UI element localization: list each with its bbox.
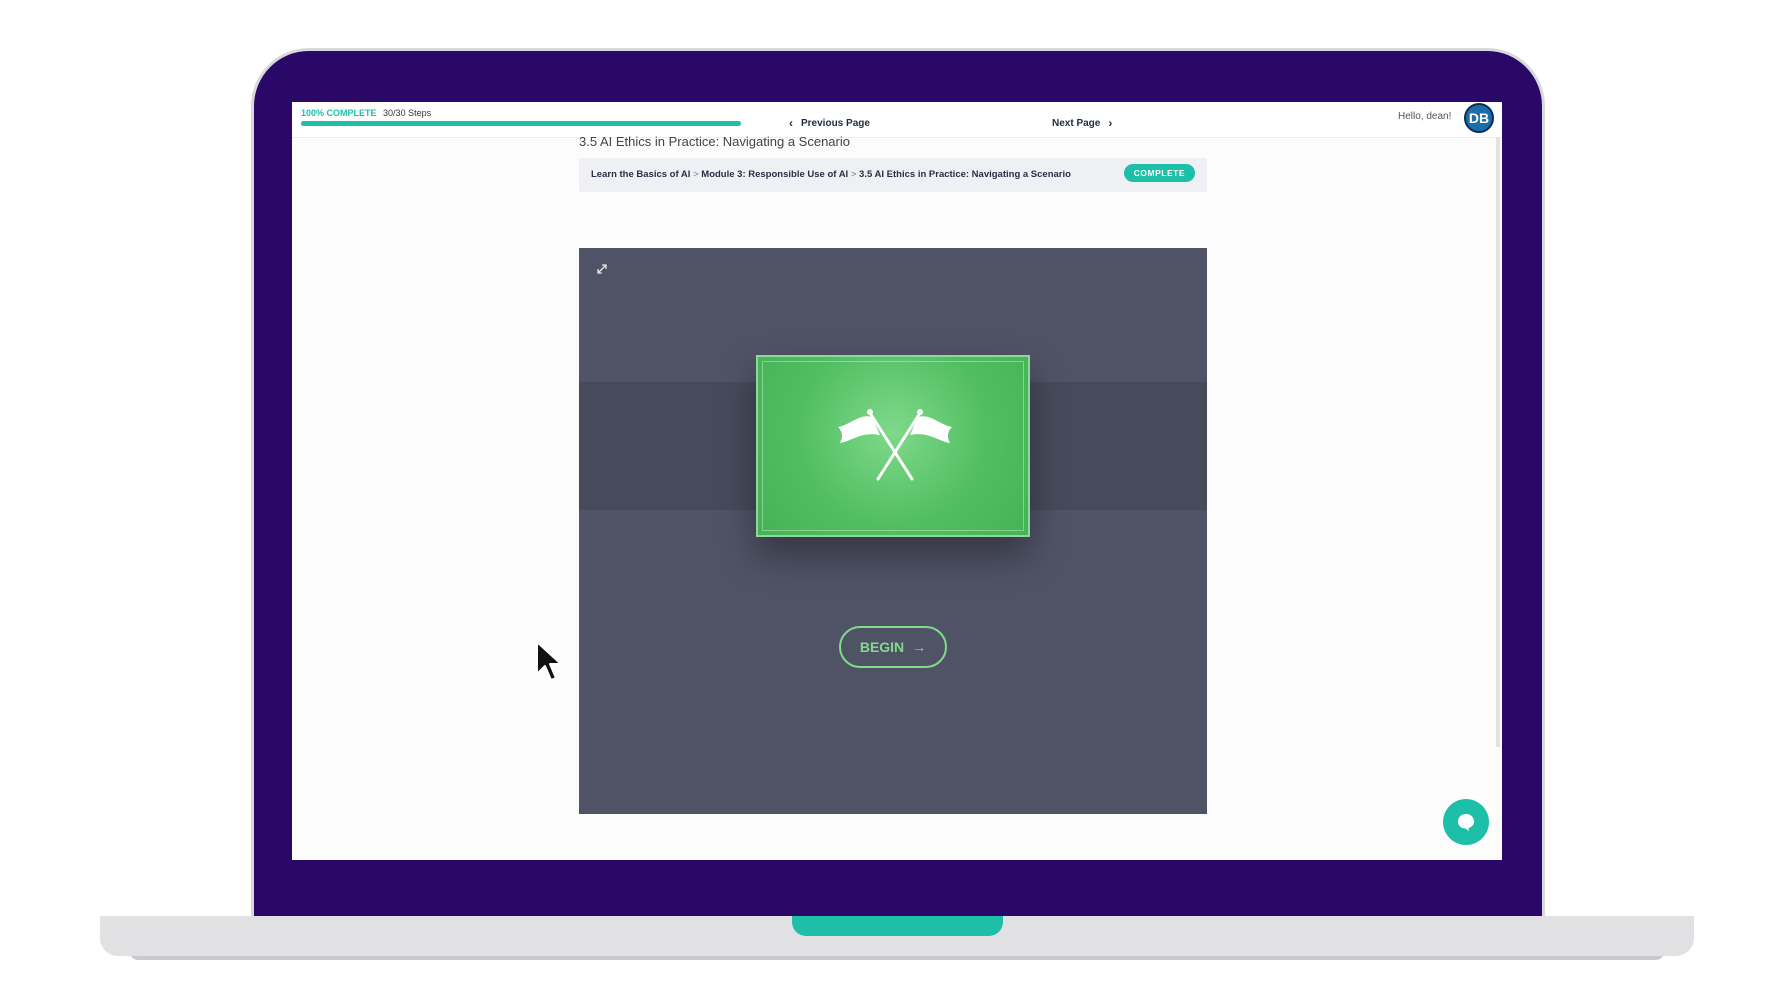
begin-button[interactable]: BEGIN →	[839, 626, 947, 668]
top-bar: 100% COMPLETE 30/30 Steps ‹ Previous Pag…	[292, 102, 1502, 138]
mouse-cursor-icon	[536, 641, 562, 681]
breadcrumb-separator: >	[693, 169, 699, 180]
previous-page-link[interactable]: ‹ Previous Page	[789, 116, 870, 130]
begin-label: BEGIN	[859, 639, 905, 655]
progress-steps: 30/30 Steps	[383, 108, 432, 118]
progress-bar	[301, 121, 741, 126]
arrow-right-icon: →	[912, 639, 927, 655]
progress-percent: 100% COMPLETE	[301, 108, 377, 118]
breadcrumb-item-module[interactable]: Module 3: Responsible Use of AI	[701, 169, 848, 180]
status-badge: COMPLETE	[1123, 164, 1195, 182]
scrollbar[interactable]	[1496, 137, 1500, 747]
chevron-left-icon: ‹	[789, 116, 793, 130]
chat-bubble-icon	[1458, 814, 1474, 831]
breadcrumb-item-lesson[interactable]: 3.5 AI Ethics in Practice: Navigating a …	[859, 169, 1071, 180]
lesson-player: BEGIN →	[579, 248, 1207, 814]
next-page-link[interactable]: Next Page ›	[1052, 116, 1112, 130]
chevron-right-icon: ›	[1108, 116, 1113, 130]
next-page-label: Next Page	[1052, 117, 1101, 129]
previous-page-label: Previous Page	[801, 117, 870, 129]
hero-card	[756, 355, 1030, 537]
progress-bar-fill	[301, 121, 741, 126]
chat-button[interactable]	[1443, 799, 1489, 845]
user-greeting: Hello, dean!	[1398, 111, 1452, 122]
breadcrumb: Learn the Basics of AI > Module 3: Respo…	[591, 169, 1071, 180]
page-title: 3.5 AI Ethics in Practice: Navigating a …	[579, 134, 850, 149]
expand-icon[interactable]	[595, 262, 609, 276]
avatar[interactable]: DB	[1464, 103, 1494, 133]
breadcrumb-bar: Learn the Basics of AI > Module 3: Respo…	[579, 158, 1207, 192]
breadcrumb-separator: >	[850, 169, 857, 180]
progress-label: 100% COMPLETE 30/30 Steps	[301, 108, 431, 118]
crossed-flags-icon	[838, 409, 952, 481]
course-screen: 100% COMPLETE 30/30 Steps ‹ Previous Pag…	[292, 102, 1502, 860]
breadcrumb-item-course[interactable]: Learn the Basics of AI	[591, 169, 690, 180]
laptop-notch	[792, 916, 1003, 936]
